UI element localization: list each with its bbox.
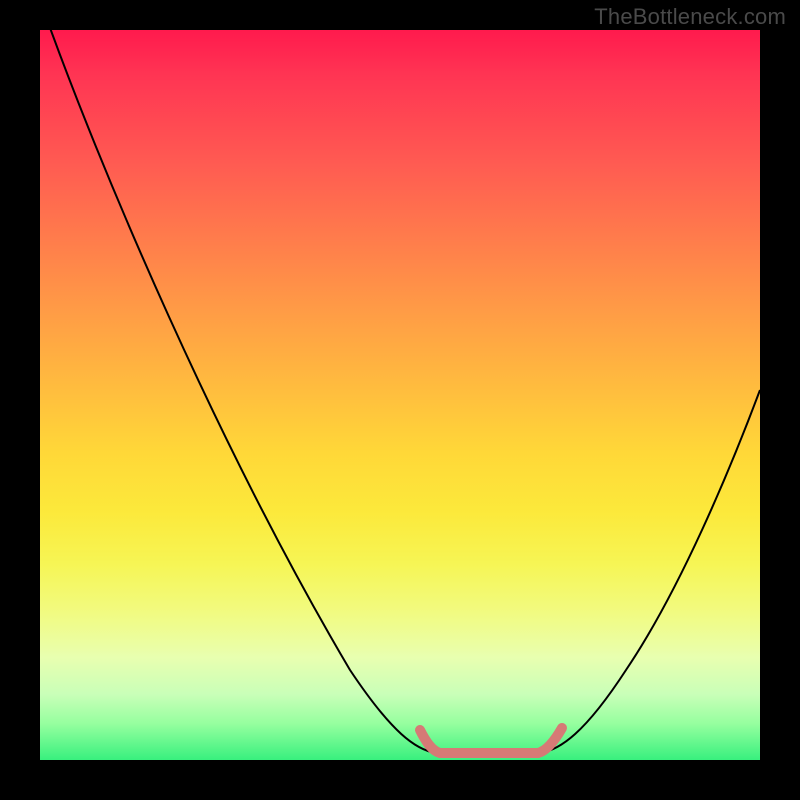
curve-left-branch xyxy=(40,30,436,753)
chart-curve-layer xyxy=(40,30,760,760)
highlight-right xyxy=(538,728,562,753)
curve-right-branch xyxy=(540,390,760,753)
watermark-text: TheBottleneck.com xyxy=(594,4,786,30)
chart-container: TheBottleneck.com xyxy=(0,0,800,800)
